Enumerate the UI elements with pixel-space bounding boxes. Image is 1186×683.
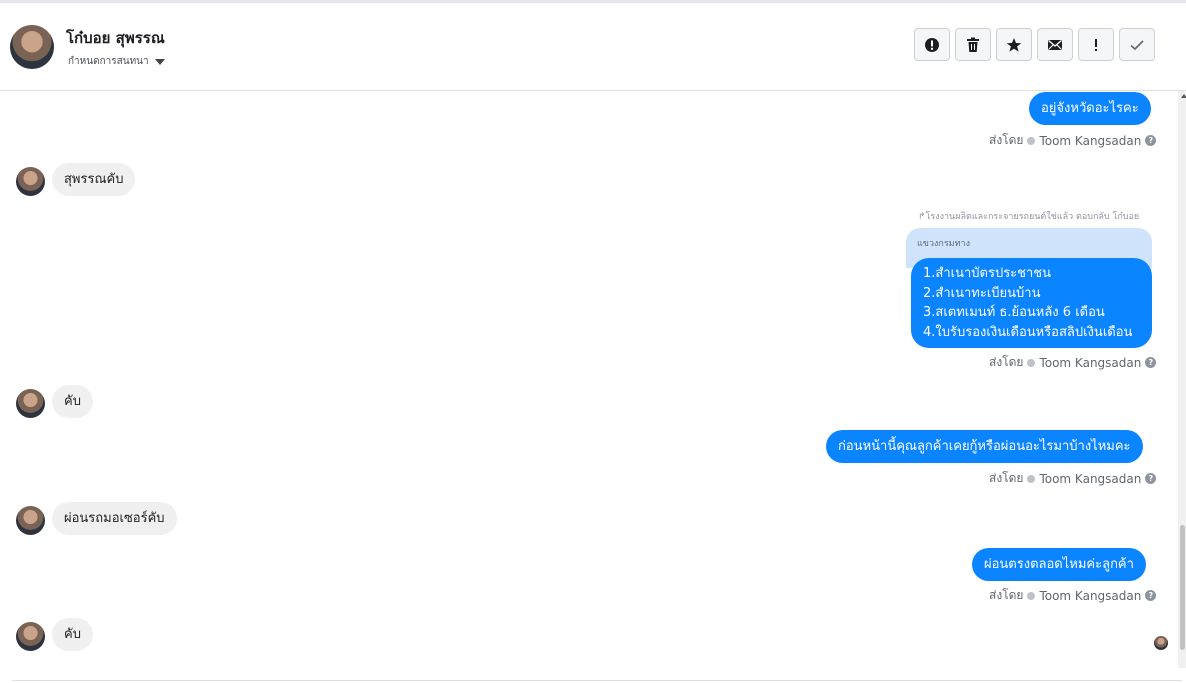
help-icon[interactable]: ? bbox=[1145, 135, 1157, 146]
agent-dot-icon bbox=[1027, 474, 1036, 483]
done-button[interactable] bbox=[1119, 28, 1155, 61]
sent-by-info: ส่งโดย Toom Kangsadan ? bbox=[989, 586, 1157, 605]
scrollbar-thumb[interactable] bbox=[1180, 525, 1185, 650]
contact-name[interactable]: โก๋บอย สุพรรณ bbox=[66, 26, 165, 50]
sent-by-info: ส่งโดย Toom Kangsadan ? bbox=[989, 469, 1157, 488]
contact-avatar[interactable] bbox=[10, 25, 54, 69]
sent-by-label: ส่งโดย bbox=[989, 588, 1024, 602]
trash-icon bbox=[967, 37, 979, 52]
composer-divider bbox=[12, 680, 1182, 681]
agent-name[interactable]: Toom Kangsadan bbox=[1039, 472, 1141, 486]
mark-unread-button[interactable] bbox=[1037, 28, 1073, 61]
agent-name[interactable]: Toom Kangsadan bbox=[1039, 589, 1141, 603]
help-icon[interactable]: ? bbox=[1145, 590, 1157, 601]
outgoing-message: ก่อนหน้านี้คุณลูกค้าเคยกู้หรือผ่อนอะไรมา… bbox=[826, 430, 1143, 463]
sent-by-label: ส่งโดย bbox=[989, 355, 1024, 369]
important-button[interactable] bbox=[1078, 28, 1114, 61]
agent-name[interactable]: Toom Kangsadan bbox=[1039, 356, 1141, 370]
list-item: 1.สำเนาบัตรประชาชน bbox=[923, 266, 1051, 281]
envelope-icon bbox=[1048, 39, 1062, 50]
agent-dot-icon bbox=[1027, 591, 1036, 600]
contact-avatar-small[interactable] bbox=[16, 389, 45, 418]
incoming-message: คับ bbox=[52, 385, 93, 418]
scroll-up-arrow-icon[interactable] bbox=[1181, 94, 1186, 98]
list-item: 4.ใบรับรองเงินเดือนหรือสลิปเงินเดือน bbox=[923, 324, 1133, 340]
outgoing-message: อยู่จังหวัดอะไรคะ bbox=[1029, 92, 1151, 125]
delete-button[interactable] bbox=[955, 28, 991, 61]
reply-context-note: ↱โรงงานผลิตและกระจายรถยนต์ใช่แล้ว ตอบกลั… bbox=[918, 212, 1140, 222]
sent-by-info: ส่งโดย Toom Kangsadan ? bbox=[989, 131, 1157, 150]
outgoing-message-document-list: 1.สำเนาบัตรประชาชน 2.สำเนาทะเบียนบ้าน 3.… bbox=[911, 258, 1152, 348]
help-icon[interactable]: ? bbox=[1145, 357, 1157, 368]
incoming-message: คับ bbox=[52, 618, 93, 651]
agent-name[interactable]: Toom Kangsadan bbox=[1039, 134, 1141, 148]
star-icon bbox=[1006, 37, 1022, 52]
incoming-message: สุพรรณคับ bbox=[52, 163, 136, 196]
star-button[interactable] bbox=[996, 28, 1032, 61]
help-icon[interactable]: ? bbox=[1145, 473, 1157, 484]
check-icon bbox=[1130, 39, 1144, 50]
conversation-toolbar bbox=[914, 28, 1155, 61]
assign-conversation-dropdown[interactable]: กำหนดการสนทนา bbox=[68, 54, 165, 69]
contact-avatar-small[interactable] bbox=[16, 622, 45, 651]
contact-avatar-small[interactable] bbox=[16, 167, 45, 196]
agent-dot-icon bbox=[1027, 136, 1036, 145]
assign-label: กำหนดการสนทนา bbox=[68, 56, 149, 67]
sent-by-label: ส่งโดย bbox=[989, 133, 1024, 147]
exclamation-icon bbox=[1095, 38, 1097, 51]
incoming-message: ผ่อนรถมอเซอร์คับ bbox=[52, 502, 177, 535]
chevron-down-icon bbox=[154, 58, 165, 65]
conversation-header: โก๋บอย สุพรรณ กำหนดการสนทนา bbox=[0, 3, 1186, 91]
contact-avatar-small[interactable] bbox=[16, 506, 45, 535]
outgoing-message: ผ่อนตรงตลอดไหมค่ะลูกค้า bbox=[972, 548, 1146, 581]
sent-by-info: ส่งโดย Toom Kangsadan ? bbox=[989, 353, 1157, 372]
list-item: 3.สเตทเมนท์ ธ.ย้อนหลัง 6 เดือน bbox=[923, 305, 1105, 320]
seen-indicator-avatar bbox=[1154, 636, 1168, 650]
report-spam-button[interactable] bbox=[914, 28, 950, 61]
alert-circle-icon bbox=[925, 37, 939, 52]
sent-by-label: ส่งโดย bbox=[989, 471, 1024, 485]
list-item: 2.สำเนาทะเบียนบ้าน bbox=[923, 285, 1041, 301]
agent-dot-icon bbox=[1027, 358, 1036, 367]
